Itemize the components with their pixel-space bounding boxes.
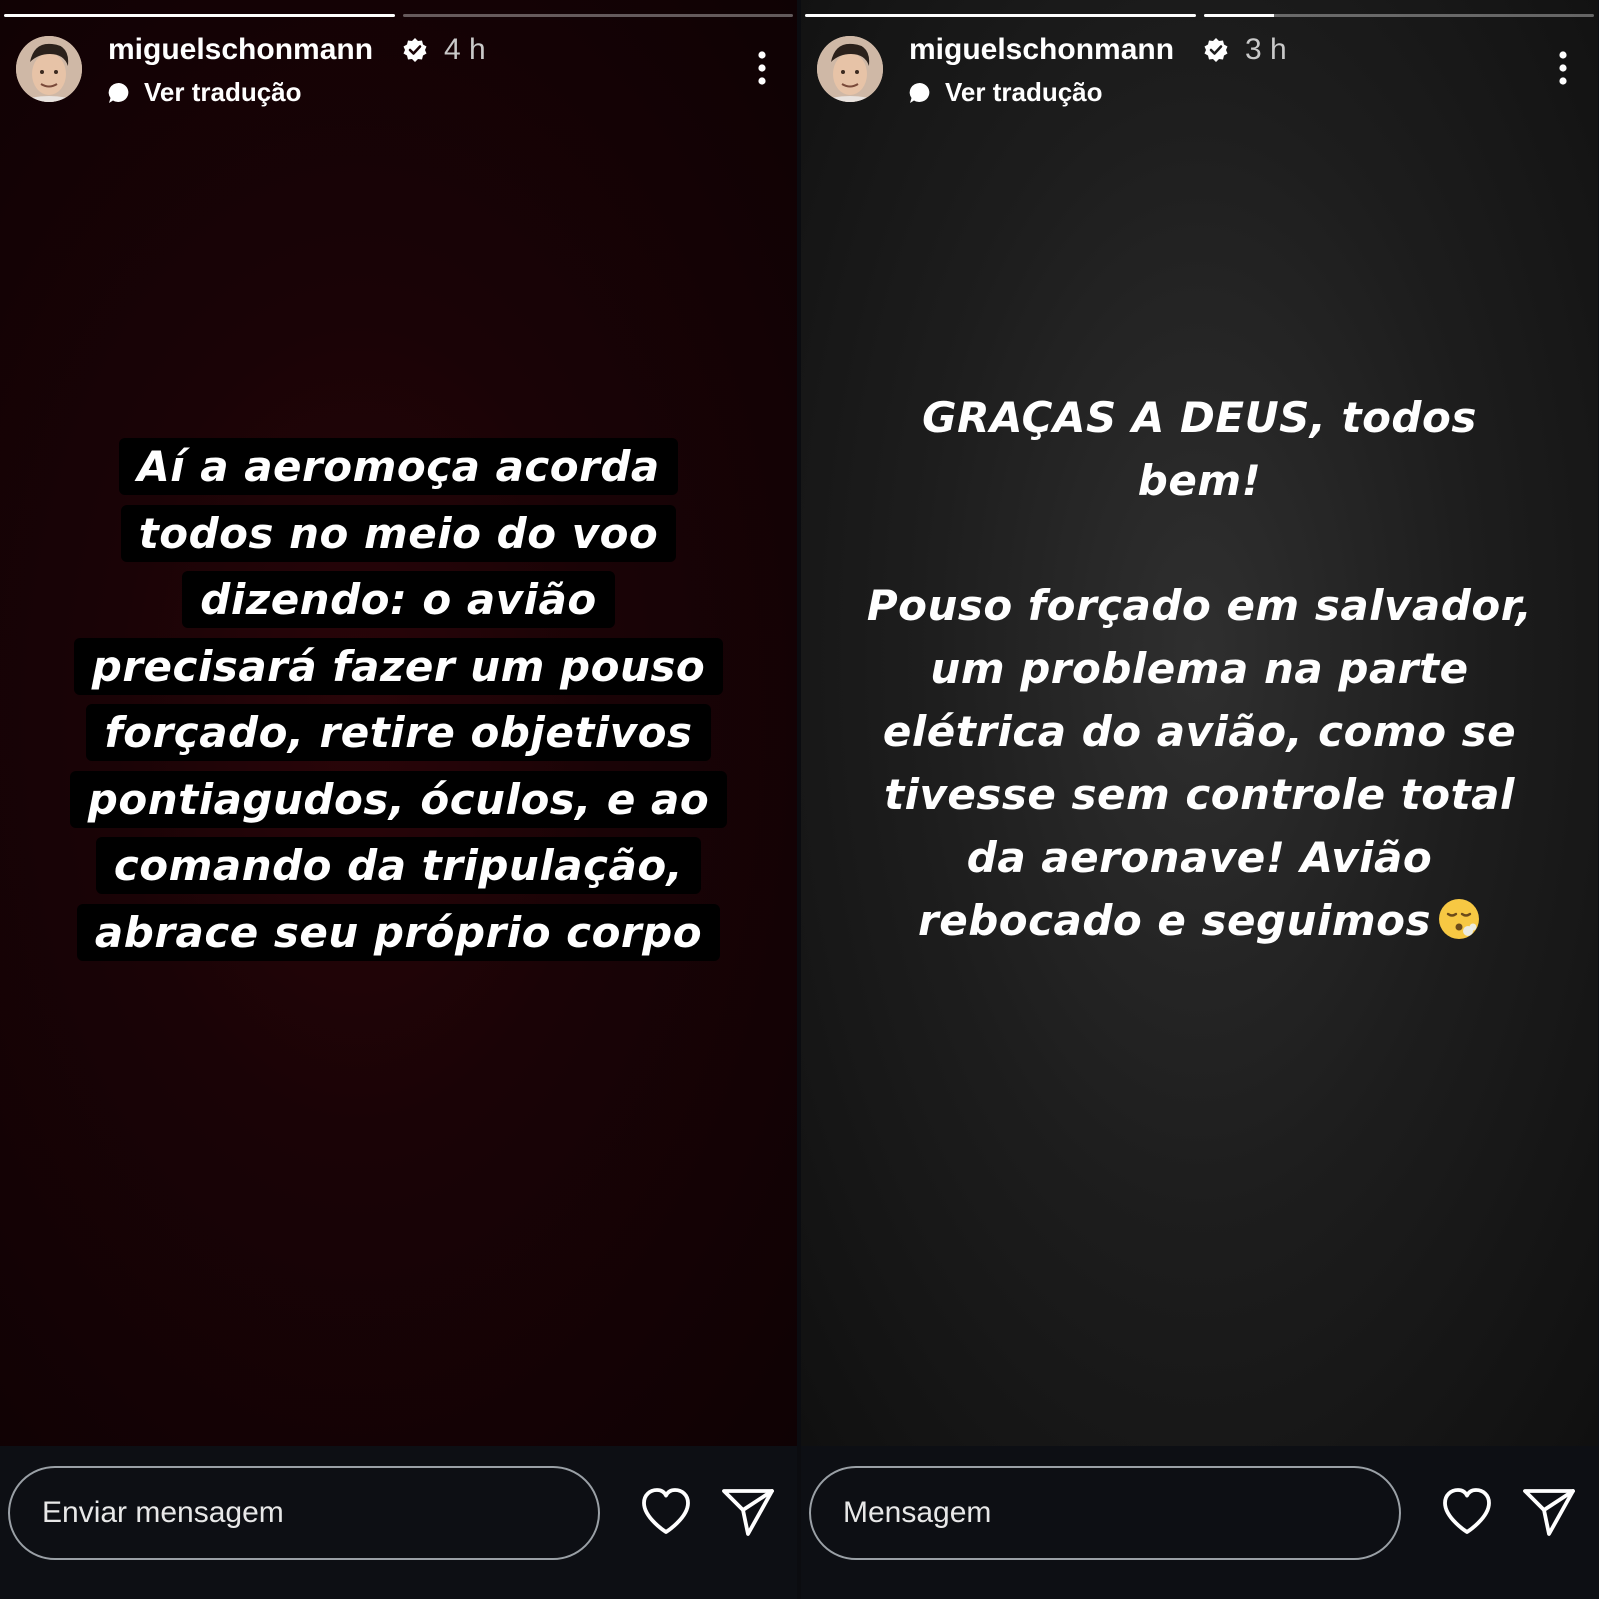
reply-bar xyxy=(0,1446,797,1599)
story-panel-right[interactable]: miguelschonmann 3 h Ver tradução GRAÇAS … xyxy=(801,0,1598,1599)
progress-fill xyxy=(805,14,1196,17)
username[interactable]: miguelschonmann xyxy=(909,32,1174,68)
story-text-line: todos no meio do voo xyxy=(120,504,677,562)
verified-badge-icon xyxy=(1204,38,1228,62)
speech-bubble-icon xyxy=(108,82,129,103)
speech-bubble-icon xyxy=(909,82,930,103)
send-icon[interactable] xyxy=(1519,1482,1579,1542)
story-text-line: bem! xyxy=(1137,456,1262,505)
send-icon[interactable] xyxy=(718,1482,778,1542)
story-text: Aí a aeromoça acorda todos no meio do vo… xyxy=(40,434,757,966)
story-text-line: tivesse sem controle total xyxy=(884,770,1515,819)
story-text-line: abrace seu próprio corpo xyxy=(76,903,721,961)
story-text-line: um problema na parte xyxy=(930,644,1469,693)
story-text-line: dizendo: o avião xyxy=(182,571,615,628)
progress-segment xyxy=(402,14,793,17)
story-progress-bar xyxy=(4,14,793,17)
avatar[interactable] xyxy=(16,36,82,102)
story-text-line: forçado, retire objetivos xyxy=(86,704,711,761)
story-text-line: comando da tripulação, xyxy=(95,837,702,894)
avatar[interactable] xyxy=(817,36,883,102)
heart-icon[interactable] xyxy=(1437,1482,1497,1542)
more-vertical-icon[interactable] xyxy=(757,50,767,86)
story-text-line: precisará fazer um pouso xyxy=(73,637,724,695)
story-text-line: da aeronave! Avião xyxy=(966,833,1433,882)
progress-fill xyxy=(1203,14,1274,17)
story-time: 3 h xyxy=(1245,33,1287,66)
progress-fill xyxy=(4,14,395,17)
face-exhaling-emoji xyxy=(1438,899,1479,939)
story-text-line: Pouso forçado em salvador, xyxy=(866,581,1533,630)
stories-screenshot: miguelschonmann 4 h Ver tradução Aí a ae… xyxy=(0,0,1599,1599)
story-time: 4 h xyxy=(444,33,486,66)
more-vertical-icon[interactable] xyxy=(1558,50,1568,86)
story-text-line: elétrica do avião, como se xyxy=(882,707,1517,756)
progress-segment xyxy=(1203,14,1594,17)
story-title: GRAÇAS A DEUS, todos bem! xyxy=(821,386,1578,512)
verified-badge-icon xyxy=(403,38,427,62)
progress-segment xyxy=(4,14,395,17)
see-translation-label: Ver tradução xyxy=(144,77,302,107)
send-message-input[interactable] xyxy=(809,1466,1401,1560)
story-text-line: GRAÇAS A DEUS, todos xyxy=(922,393,1477,442)
see-translation-label: Ver tradução xyxy=(945,77,1103,107)
see-translation-link[interactable]: Ver tradução xyxy=(108,76,302,108)
story-text-line: Aí a aeromoça acorda xyxy=(119,438,678,495)
story-panel-left[interactable]: miguelschonmann 4 h Ver tradução Aí a ae… xyxy=(0,0,797,1599)
story-text-line: rebocado e seguimos xyxy=(918,896,1431,945)
reply-bar xyxy=(801,1446,1598,1599)
username[interactable]: miguelschonmann xyxy=(108,32,373,68)
see-translation-link[interactable]: Ver tradução xyxy=(909,76,1103,108)
story-text-line: pontiagudos, óculos, e ao xyxy=(69,770,728,828)
story-header: miguelschonmann 4 h Ver tradução xyxy=(16,32,781,112)
heart-icon[interactable] xyxy=(636,1482,696,1542)
story-progress-bar xyxy=(805,14,1594,17)
progress-segment xyxy=(805,14,1196,17)
send-message-input[interactable] xyxy=(8,1466,600,1560)
story-header: miguelschonmann 3 h Ver tradução xyxy=(817,32,1582,112)
story-body: Pouso forçado em salvador, um problema n… xyxy=(821,574,1578,952)
